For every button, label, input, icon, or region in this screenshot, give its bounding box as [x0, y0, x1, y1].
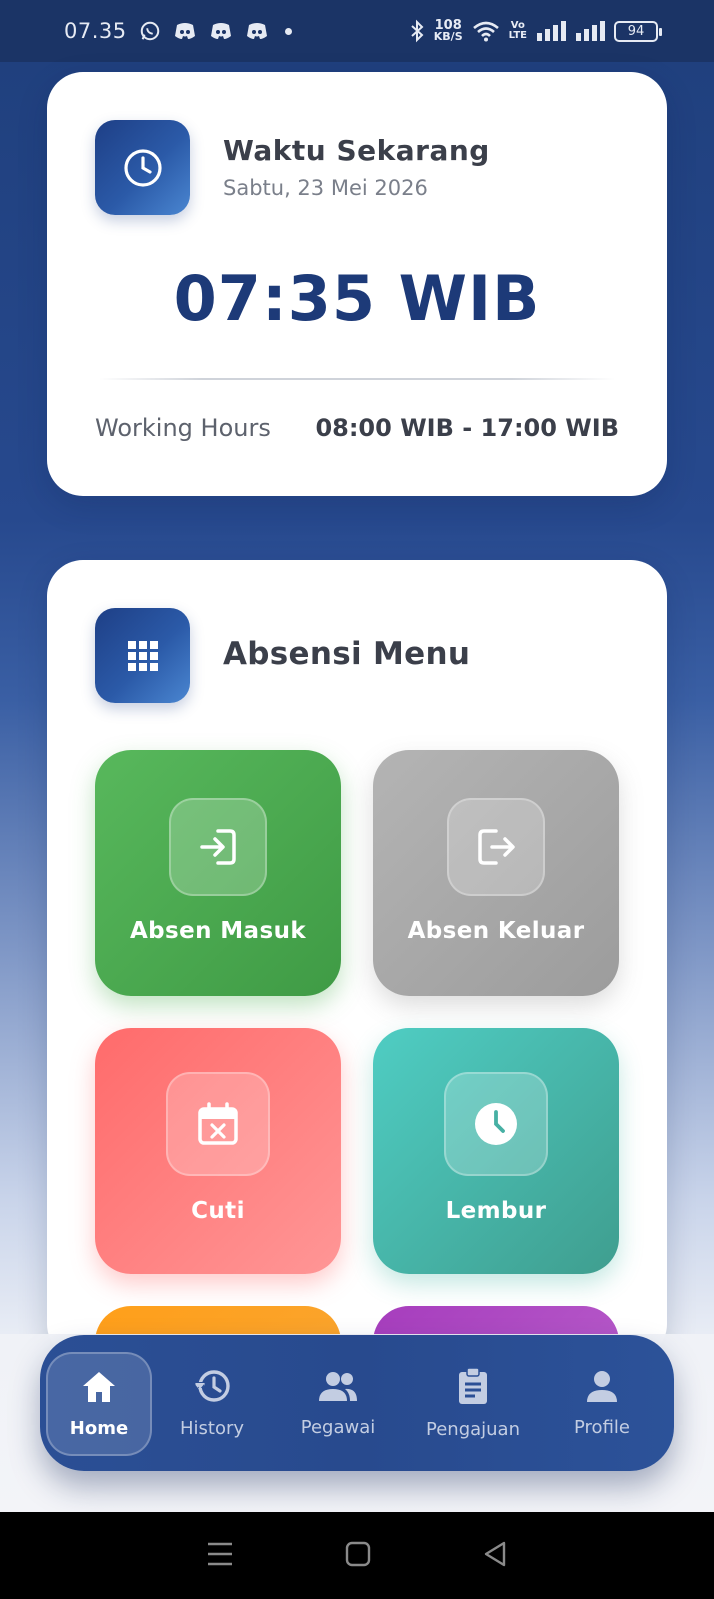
- volte-line2: LTE: [508, 30, 527, 41]
- nav-profile-label: Profile: [574, 1416, 630, 1438]
- back-icon[interactable]: [482, 1540, 508, 1572]
- menu-title: Absensi Menu: [223, 636, 471, 672]
- discord-icon: [173, 21, 197, 41]
- signal-icon: [575, 21, 605, 41]
- nav-pegawai[interactable]: Pegawai: [280, 1335, 396, 1471]
- bluetooth-icon: [409, 19, 425, 43]
- person-icon: [585, 1369, 619, 1407]
- working-hours-label: Working Hours: [95, 414, 271, 442]
- login-icon: [169, 798, 267, 896]
- people-icon: [317, 1369, 359, 1407]
- nav-pengajuan-label: Pengajuan: [426, 1418, 520, 1440]
- cuti-label: Cuti: [191, 1198, 245, 1224]
- clock-filled-icon: [444, 1072, 548, 1176]
- current-date: Sabtu, 23 Mei 2026: [223, 176, 428, 200]
- lembur-button[interactable]: Lembur: [373, 1028, 619, 1274]
- volte-indicator: Vo LTE: [509, 21, 527, 41]
- net-speed: 108 KB/S: [433, 19, 463, 43]
- absen-masuk-button[interactable]: Absen Masuk: [95, 750, 341, 996]
- battery-level: 94: [627, 23, 645, 39]
- divider: [99, 378, 615, 380]
- cuti-button[interactable]: Cuti: [95, 1028, 341, 1274]
- wifi-icon: [472, 20, 500, 42]
- menu-icon[interactable]: [206, 1541, 234, 1571]
- home-square-icon[interactable]: [345, 1541, 371, 1571]
- battery-icon: 94: [614, 20, 662, 42]
- bottom-nav: Home History Pegawai Pengajuan Profile: [40, 1335, 674, 1471]
- absen-keluar-button[interactable]: Absen Keluar: [373, 750, 619, 996]
- discord-icon: [209, 21, 233, 41]
- net-speed-unit: KB/S: [433, 30, 463, 43]
- current-clock: 07:35 WIB: [173, 262, 541, 335]
- clipboard-icon: [457, 1366, 489, 1409]
- absen-masuk-label: Absen Masuk: [129, 918, 307, 944]
- grid-icon: [95, 608, 190, 703]
- lembur-label: Lembur: [445, 1198, 547, 1224]
- status-time: 07.35: [64, 19, 127, 43]
- system-nav-bar: [0, 1512, 714, 1599]
- home-icon: [81, 1370, 117, 1408]
- status-bar: 07.35 108 KB/S Vo LTE 94: [0, 0, 714, 62]
- logout-icon: [447, 798, 545, 896]
- nav-home[interactable]: Home: [46, 1352, 152, 1456]
- absen-keluar-label: Absen Keluar: [407, 918, 585, 944]
- current-time-card: Waktu Sekarang Sabtu, 23 Mei 2026 07:35 …: [47, 72, 667, 496]
- history-icon: [193, 1368, 231, 1408]
- nav-history-label: History: [179, 1417, 245, 1439]
- nav-profile[interactable]: Profile: [552, 1335, 652, 1471]
- attendance-menu-card: Absensi Menu Absen Masuk Absen Keluar Cu…: [47, 560, 667, 1360]
- whatsapp-icon: [139, 20, 161, 42]
- discord-icon: [245, 21, 269, 41]
- working-hours-value: 08:00 WIB - 17:00 WIB: [315, 414, 619, 442]
- notification-dot-icon: [284, 27, 292, 35]
- calendar-x-icon: [166, 1072, 270, 1176]
- nav-pengajuan[interactable]: Pengajuan: [416, 1335, 530, 1471]
- clock-icon: [95, 120, 190, 215]
- nav-pegawai-label: Pegawai: [300, 1416, 376, 1438]
- nav-history[interactable]: History: [164, 1335, 260, 1471]
- signal-icon: [536, 21, 566, 41]
- nav-home-label: Home: [69, 1417, 129, 1439]
- time-card-title: Waktu Sekarang: [223, 134, 490, 167]
